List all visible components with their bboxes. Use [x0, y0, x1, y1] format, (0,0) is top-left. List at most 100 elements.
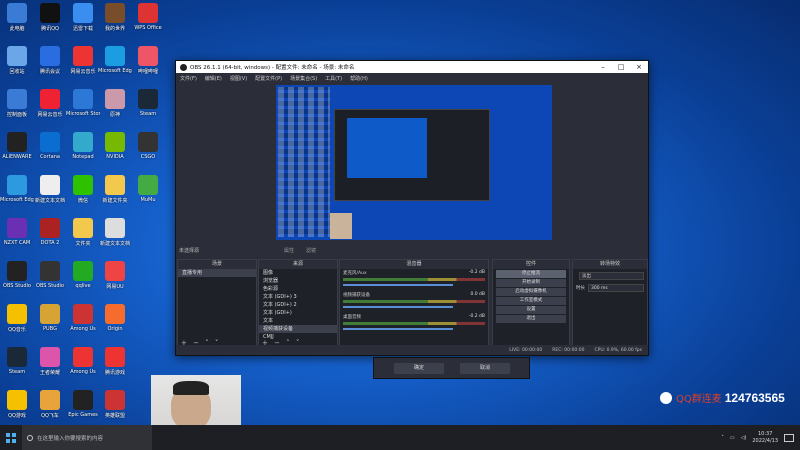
source-item[interactable]: 文本	[259, 317, 337, 325]
desktop-icon[interactable]: 哔哩哔哩	[131, 46, 165, 86]
volume-icon[interactable]: ◁)	[741, 435, 747, 441]
minimize-icon[interactable]: –	[594, 63, 612, 71]
transition-select[interactable]: 淡出	[579, 272, 644, 280]
desktop-icon-label: 哔哩哔哩	[137, 69, 158, 75]
control-button[interactable]: 启动虚拟摄像机	[496, 288, 566, 296]
desktop-icon[interactable]: 网易云音乐	[66, 46, 100, 86]
desktop-icon[interactable]: 新建文件夹	[98, 175, 132, 215]
desktop-icon[interactable]: WPS Office	[131, 3, 165, 43]
control-button[interactable]: 退出	[496, 315, 566, 323]
desktop-icon[interactable]: 回收站	[0, 46, 34, 86]
mixer-header: 混音器	[340, 260, 488, 269]
source-item[interactable]: 文本 (GDI+) 3	[259, 293, 337, 301]
dialog-ok-button[interactable]: 确定	[394, 363, 444, 374]
desktop-icon-label: PUBG	[43, 326, 57, 332]
obs-titlebar[interactable]: OBS 26.1.1 (64-bit, windows) - 配置文件: 未命名…	[176, 61, 648, 73]
taskbar-search[interactable]: 在这里输入你要搜索的内容	[22, 425, 152, 450]
desktop-icon[interactable]: 文件夹	[66, 218, 100, 258]
control-button[interactable]: 开始录制	[496, 279, 566, 287]
obs-window-title: OBS 26.1.1 (64-bit, windows) - 配置文件: 未命名…	[190, 65, 355, 71]
desktop-icon[interactable]: Microsoft Edge	[0, 175, 34, 215]
desktop-icon[interactable]: 控制面板	[0, 89, 34, 129]
obs-preview-canvas[interactable]	[276, 85, 552, 240]
desktop-icon[interactable]: 腾讯会议	[33, 46, 67, 86]
volume-slider[interactable]	[343, 328, 453, 330]
menu-item[interactable]: 编辑(E)	[205, 75, 222, 82]
desktop-icon[interactable]: NVIDIA	[98, 132, 132, 172]
desktop-icon[interactable]: DOTA 2	[33, 218, 67, 258]
desktop-icon[interactable]: NZXT CAM	[0, 218, 34, 258]
volume-slider[interactable]	[343, 284, 453, 286]
maximize-icon[interactable]: □	[612, 63, 630, 71]
desktop-icon[interactable]: Epic Games	[66, 390, 100, 430]
desktop-icon[interactable]: OBS Studio	[0, 261, 34, 301]
volume-slider[interactable]	[343, 306, 453, 308]
desktop-icon[interactable]: 原神	[98, 89, 132, 129]
desktop-icon[interactable]: Notepad	[66, 132, 100, 172]
duration-input[interactable]: 300 ms	[588, 284, 644, 292]
desktop-icon[interactable]: CSGO	[131, 132, 165, 172]
app-icon	[40, 132, 60, 152]
dialog-cancel-button[interactable]: 取消	[460, 363, 510, 374]
desktop-icon[interactable]: Origin	[98, 304, 132, 344]
source-item[interactable]: 图像	[259, 269, 337, 277]
close-icon[interactable]: ×	[630, 63, 648, 71]
menu-item[interactable]: 配置文件(P)	[255, 75, 282, 82]
desktop-icon[interactable]: 腾讯QQ	[33, 3, 67, 43]
desktop-icon-label: 文件夹	[75, 241, 91, 247]
desktop-icon[interactable]: 网易UU	[98, 261, 132, 301]
source-item[interactable]: 色彩源	[259, 285, 337, 293]
desktop-icon[interactable]: 王者荣耀	[33, 347, 67, 387]
desktop-icon[interactable]: Microsoft Store	[66, 89, 100, 129]
desktop-icon[interactable]: Steam	[131, 89, 165, 129]
desktop-icon[interactable]: ALIENWARE	[0, 132, 34, 172]
menu-item[interactable]: 工具(T)	[325, 75, 342, 82]
menu-item[interactable]: 文件(F)	[180, 75, 197, 82]
desktop-icon[interactable]: Cortana	[33, 132, 67, 172]
desktop-icon[interactable]: 我的世界	[98, 3, 132, 43]
desktop-icon[interactable]: 微信	[66, 175, 100, 215]
control-button[interactable]: 工作室模式	[496, 297, 566, 305]
desktop-icon-label: 回收站	[9, 69, 25, 75]
notification-icon[interactable]	[784, 433, 794, 442]
taskbar-clock[interactable]: 10:37 2022/4/13	[752, 431, 778, 445]
source-item[interactable]: 视频捕获设备	[259, 325, 337, 333]
app-icon	[7, 304, 27, 324]
source-item[interactable]: 文本 (GDI+)	[259, 309, 337, 317]
desktop-icon[interactable]: 英雄联盟	[98, 390, 132, 430]
desktop-icon[interactable]: qqlive	[66, 261, 100, 301]
desktop-icon[interactable]: 新建文本文档	[98, 218, 132, 258]
desktop-icon[interactable]: Microsoft Edge	[98, 46, 132, 86]
desktop-icon[interactable]: QQ游戏	[0, 390, 34, 430]
desktop-icon[interactable]: 网易云音乐	[33, 89, 67, 129]
desktop-icon[interactable]: QQ飞车	[33, 390, 67, 430]
desktop-icon[interactable]: QQ音乐	[0, 304, 34, 344]
desktop-icon[interactable]: Steam	[0, 347, 34, 387]
desktop-icon[interactable]: 此电脑	[0, 3, 34, 43]
source-item[interactable]: 浏览器	[259, 277, 337, 285]
desktop-icon[interactable]: Among Us	[66, 347, 100, 387]
control-button[interactable]: 停止推流	[496, 270, 566, 278]
menu-item[interactable]: 场景集合(S)	[290, 75, 317, 82]
properties-button[interactable]: 属性	[284, 247, 294, 254]
menu-item[interactable]: 帮助(H)	[350, 75, 368, 82]
obs-window[interactable]: OBS 26.1.1 (64-bit, windows) - 配置文件: 未命名…	[175, 60, 649, 356]
mixer-channel-db: 0.0 dB	[470, 292, 485, 297]
desktop-icon[interactable]: 迅雷下载	[66, 3, 100, 43]
scene-item[interactable]: 直播专用	[178, 269, 256, 277]
tray-chevron-icon[interactable]: ˄	[721, 435, 724, 441]
desktop-icon[interactable]: OBS Studio	[33, 261, 67, 301]
start-button[interactable]	[0, 425, 22, 450]
source-item[interactable]: 文本 (GDI+) 2	[259, 301, 337, 309]
menu-item[interactable]: 视图(V)	[230, 75, 247, 82]
filters-button[interactable]: 滤镜	[306, 247, 316, 254]
desktop-icon[interactable]: PUBG	[33, 304, 67, 344]
desktop-icon[interactable]: 新建文本文档	[33, 175, 67, 215]
desktop-icon[interactable]: 腾讯游戏	[98, 347, 132, 387]
network-icon[interactable]: ▭	[730, 435, 735, 441]
desktop-icon-label: 网易云音乐	[37, 112, 63, 118]
app-icon	[73, 261, 93, 281]
desktop-icon[interactable]: MuMu	[131, 175, 165, 215]
desktop-icon[interactable]: Among Us	[66, 304, 100, 344]
control-button[interactable]: 设置	[496, 306, 566, 314]
